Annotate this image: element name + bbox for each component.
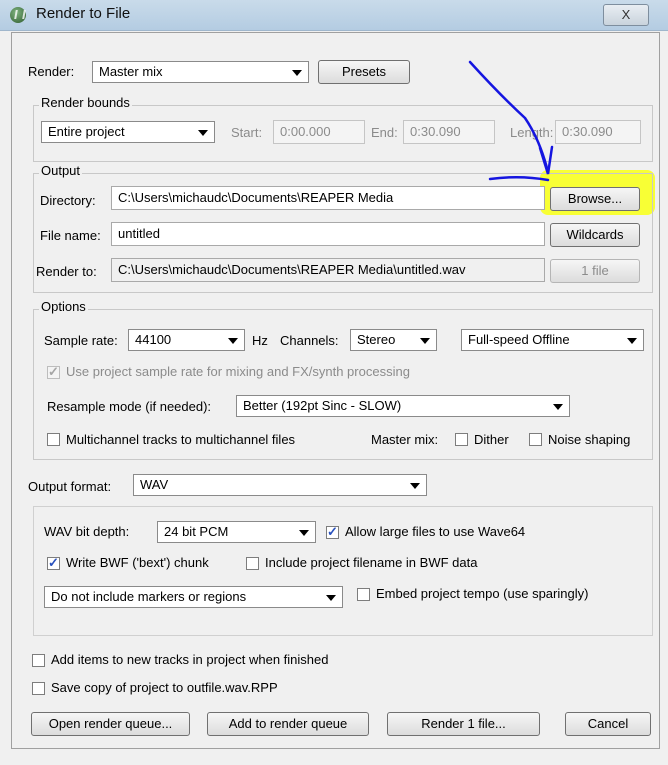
mastermix-label: Master mix:: [371, 432, 439, 447]
directory-label: Directory:: [40, 193, 96, 208]
chevron-down-icon: [228, 338, 238, 344]
filename-field[interactable]: untitled: [111, 222, 545, 246]
markers-value: Do not include markers or regions: [51, 589, 247, 604]
render-speed-select[interactable]: Full-speed Offline: [461, 329, 644, 351]
samplerate-value: 44100: [135, 332, 172, 347]
dither-label: Dither: [474, 432, 509, 447]
add-items-label: Add items to new tracks in project when …: [51, 652, 329, 667]
format-label: Output format:: [28, 479, 112, 494]
length-label: Length:: [510, 125, 554, 140]
chevron-down-icon: [420, 338, 430, 344]
render-source-select[interactable]: Master mix: [92, 61, 309, 83]
multichannel-checkbox[interactable]: [47, 433, 60, 446]
include-filename-label: Include project filename in BWF data: [265, 555, 478, 570]
save-copy-checkbox[interactable]: [32, 682, 45, 695]
browse-button[interactable]: Browse...: [550, 187, 640, 211]
large-files-label: Allow large files to use Wave64: [345, 524, 526, 539]
render-speed-value: Full-speed Offline: [468, 332, 570, 347]
chevron-down-icon: [299, 530, 309, 536]
length-field[interactable]: 0:30.090: [555, 120, 641, 144]
reaper-logo-icon: [10, 7, 26, 23]
cancel-button[interactable]: Cancel: [565, 712, 651, 736]
hz-label: Hz: [252, 333, 268, 348]
bitdepth-label: WAV bit depth:: [44, 524, 130, 539]
directory-field[interactable]: C:\Users\michaudc\Documents\REAPER Media: [111, 186, 545, 210]
close-icon: X: [621, 7, 631, 22]
render-bounds-title: Render bounds: [39, 95, 132, 110]
resample-value: Better (192pt Sinc - SLOW): [243, 398, 402, 413]
renderto-field: C:\Users\michaudc\Documents\REAPER Media…: [111, 258, 545, 282]
embed-tempo-checkbox[interactable]: [357, 588, 370, 601]
add-to-render-queue-button[interactable]: Add to render queue: [207, 712, 369, 736]
window-title: Render to File: [36, 5, 131, 22]
multichannel-label: Multichannel tracks to multichannel file…: [66, 432, 296, 447]
samplerate-label: Sample rate:: [44, 333, 118, 348]
embed-tempo-label: Embed project tempo (use sparingly): [376, 586, 589, 601]
samplerate-select[interactable]: 44100: [128, 329, 245, 351]
channels-label: Channels:: [280, 333, 339, 348]
save-copy-label: Save copy of project to outfile.wav.RPP: [51, 680, 278, 695]
channels-select[interactable]: Stereo: [350, 329, 437, 351]
render-dialog: Render to File X Render: Master mix Pres…: [0, 0, 668, 765]
open-render-queue-button[interactable]: Open render queue...: [31, 712, 190, 736]
add-items-checkbox[interactable]: [32, 654, 45, 667]
render-source-value: Master mix: [99, 64, 163, 79]
file-count-button[interactable]: 1 file: [550, 259, 640, 283]
presets-button[interactable]: Presets: [318, 60, 410, 84]
resample-select[interactable]: Better (192pt Sinc - SLOW): [236, 395, 570, 417]
chevron-down-icon: [292, 70, 302, 76]
channels-value: Stereo: [357, 332, 396, 347]
resample-label: Resample mode (if needed):: [47, 399, 212, 414]
use-project-rate-checkbox[interactable]: [47, 364, 60, 380]
start-label: Start:: [231, 125, 263, 140]
chevron-down-icon: [627, 338, 637, 344]
include-filename-checkbox[interactable]: [246, 557, 259, 570]
chevron-down-icon: [553, 404, 563, 410]
chevron-down-icon: [198, 130, 208, 136]
title-bar[interactable]: Render to File X: [0, 0, 668, 31]
large-files-checkbox[interactable]: [326, 524, 339, 540]
format-select[interactable]: WAV: [133, 474, 427, 496]
noise-shaping-label: Noise shaping: [548, 432, 631, 447]
renderto-label: Render to:: [36, 264, 97, 279]
filename-label: File name:: [40, 228, 101, 243]
end-label: End:: [371, 125, 398, 140]
format-value: WAV: [140, 477, 169, 492]
bitdepth-select[interactable]: 24 bit PCM: [157, 521, 316, 543]
output-title: Output: [39, 163, 83, 178]
render-button[interactable]: Render 1 file...: [387, 712, 540, 736]
end-field[interactable]: 0:30.090: [403, 120, 495, 144]
render-label: Render:: [28, 64, 75, 79]
close-button[interactable]: X: [603, 4, 649, 26]
noise-shaping-checkbox[interactable]: [529, 433, 542, 446]
chevron-down-icon: [326, 595, 336, 601]
wildcards-button[interactable]: Wildcards: [550, 223, 640, 247]
bounds-select[interactable]: Entire project: [41, 121, 215, 143]
markers-select[interactable]: Do not include markers or regions: [44, 586, 343, 608]
bitdepth-value: 24 bit PCM: [164, 524, 229, 539]
start-field[interactable]: 0:00.000: [273, 120, 365, 144]
use-project-rate-label: Use project sample rate for mixing and F…: [66, 364, 410, 379]
dither-checkbox[interactable]: [455, 433, 468, 446]
chevron-down-icon: [410, 483, 420, 489]
bwf-checkbox[interactable]: [47, 555, 60, 571]
bounds-value: Entire project: [48, 124, 125, 139]
bwf-label: Write BWF ('bext') chunk: [66, 555, 209, 570]
options-title: Options: [39, 299, 88, 314]
